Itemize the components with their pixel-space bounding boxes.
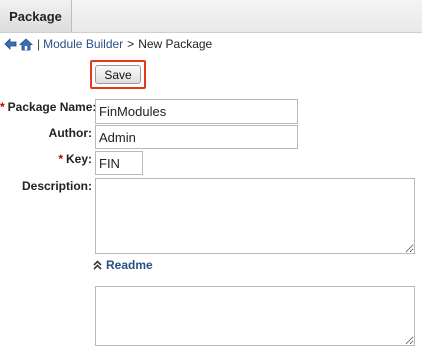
package-name-label: * Package Name: [0,100,97,114]
author-label: Author: [48,126,92,140]
save-button[interactable]: Save [95,65,141,84]
package-name-input[interactable] [95,99,298,124]
readme-textarea[interactable] [95,286,415,346]
breadcrumb-current: New Package [138,37,213,51]
save-button-highlight: Save [90,60,146,89]
key-label: * Key: [58,152,92,166]
description-label: Description: [21,179,92,193]
description-textarea[interactable] [95,178,415,254]
module-tab-bar: Package [0,0,422,33]
readme-link[interactable]: Readme [106,258,153,272]
breadcrumb-arrow: > [127,37,135,51]
readme-toggle[interactable]: Readme [93,257,153,273]
author-input[interactable] [95,125,298,149]
breadcrumb: | Module Builder > New Package [4,35,212,53]
key-input[interactable] [95,151,143,175]
required-marker: * [58,152,63,166]
home-icon[interactable] [19,37,33,51]
tab-package[interactable]: Package [0,0,72,32]
required-marker: * [0,100,5,114]
breadcrumb-separator: | [37,37,41,51]
back-arrow-icon[interactable] [4,38,17,50]
double-chevron-up-icon [93,260,102,270]
breadcrumb-module-builder-link[interactable]: Module Builder [43,37,123,51]
